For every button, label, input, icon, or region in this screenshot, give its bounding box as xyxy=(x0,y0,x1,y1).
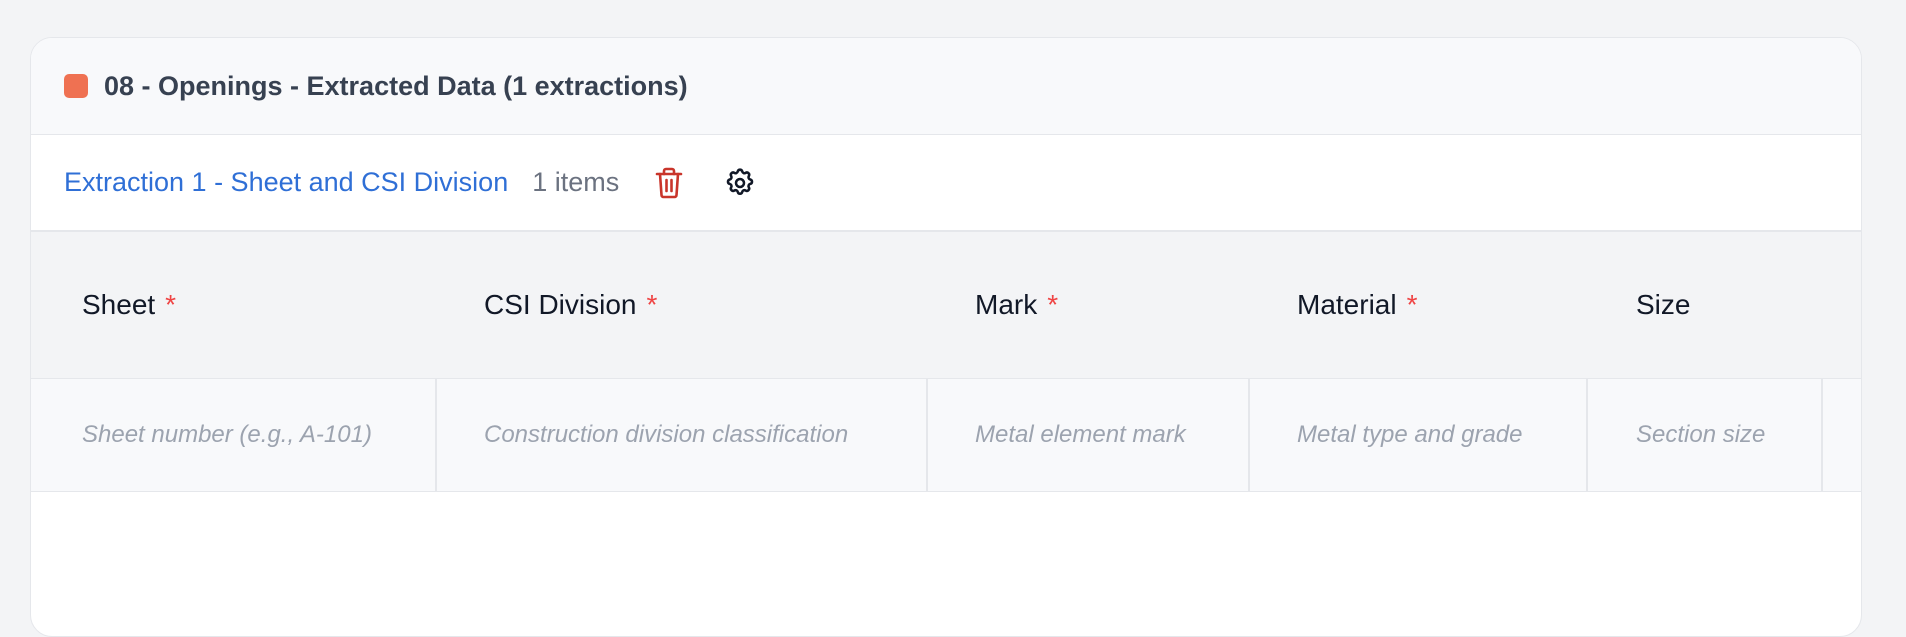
card-header: 08 - Openings - Extracted Data (1 extrac… xyxy=(31,38,1861,135)
sheet-cell[interactable]: Sheet number (e.g., A-101) xyxy=(31,379,437,491)
size-cell[interactable]: Section size xyxy=(1588,379,1823,491)
required-marker: * xyxy=(1406,289,1418,320)
card-title: 08 - Openings - Extracted Data (1 extrac… xyxy=(104,70,688,101)
item-count: 1 items xyxy=(532,167,620,197)
column-label: Material xyxy=(1297,289,1397,320)
extraction-bar: Extraction 1 - Sheet and CSI Division 1 … xyxy=(31,135,1861,232)
extraction-table: Sheet * CSI Division * Mark * Material *… xyxy=(31,232,1861,492)
column-header-size: Size xyxy=(1636,232,1690,378)
mark-placeholder: Metal element mark xyxy=(975,421,1186,448)
extraction-link[interactable]: Extraction 1 - Sheet and CSI Division xyxy=(64,167,508,198)
column-header-material: Material * xyxy=(1297,232,1418,378)
sheet-placeholder: Sheet number (e.g., A-101) xyxy=(82,421,372,448)
trash-icon xyxy=(655,167,683,198)
table-row: Sheet number (e.g., A-101) Construction … xyxy=(31,379,1861,492)
column-header-sheet: Sheet * xyxy=(82,232,176,378)
extracted-data-card: 08 - Openings - Extracted Data (1 extrac… xyxy=(30,37,1862,637)
required-marker: * xyxy=(165,289,177,320)
material-placeholder: Metal type and grade xyxy=(1297,421,1523,448)
overflow-cell[interactable] xyxy=(1823,379,1861,491)
material-cell[interactable]: Metal type and grade xyxy=(1250,379,1588,491)
csi-division-cell[interactable]: Construction division classification xyxy=(437,379,928,491)
required-marker: * xyxy=(646,289,658,320)
column-label: Mark xyxy=(975,289,1038,320)
column-header-csi-division: CSI Division * xyxy=(484,232,657,378)
delete-extraction-button[interactable] xyxy=(651,165,687,201)
column-label: Sheet xyxy=(82,289,156,320)
size-placeholder: Section size xyxy=(1636,421,1766,448)
column-label: Size xyxy=(1636,289,1691,320)
column-label: CSI Division xyxy=(484,289,637,320)
table-header-row: Sheet * CSI Division * Mark * Material *… xyxy=(31,232,1861,379)
mark-cell[interactable]: Metal element mark xyxy=(928,379,1250,491)
csi-division-placeholder: Construction division classification xyxy=(484,421,849,448)
division-color-swatch xyxy=(64,74,88,98)
extraction-settings-button[interactable] xyxy=(722,165,758,201)
gear-icon xyxy=(726,167,754,195)
column-header-mark: Mark * xyxy=(975,232,1058,378)
required-marker: * xyxy=(1047,289,1059,320)
